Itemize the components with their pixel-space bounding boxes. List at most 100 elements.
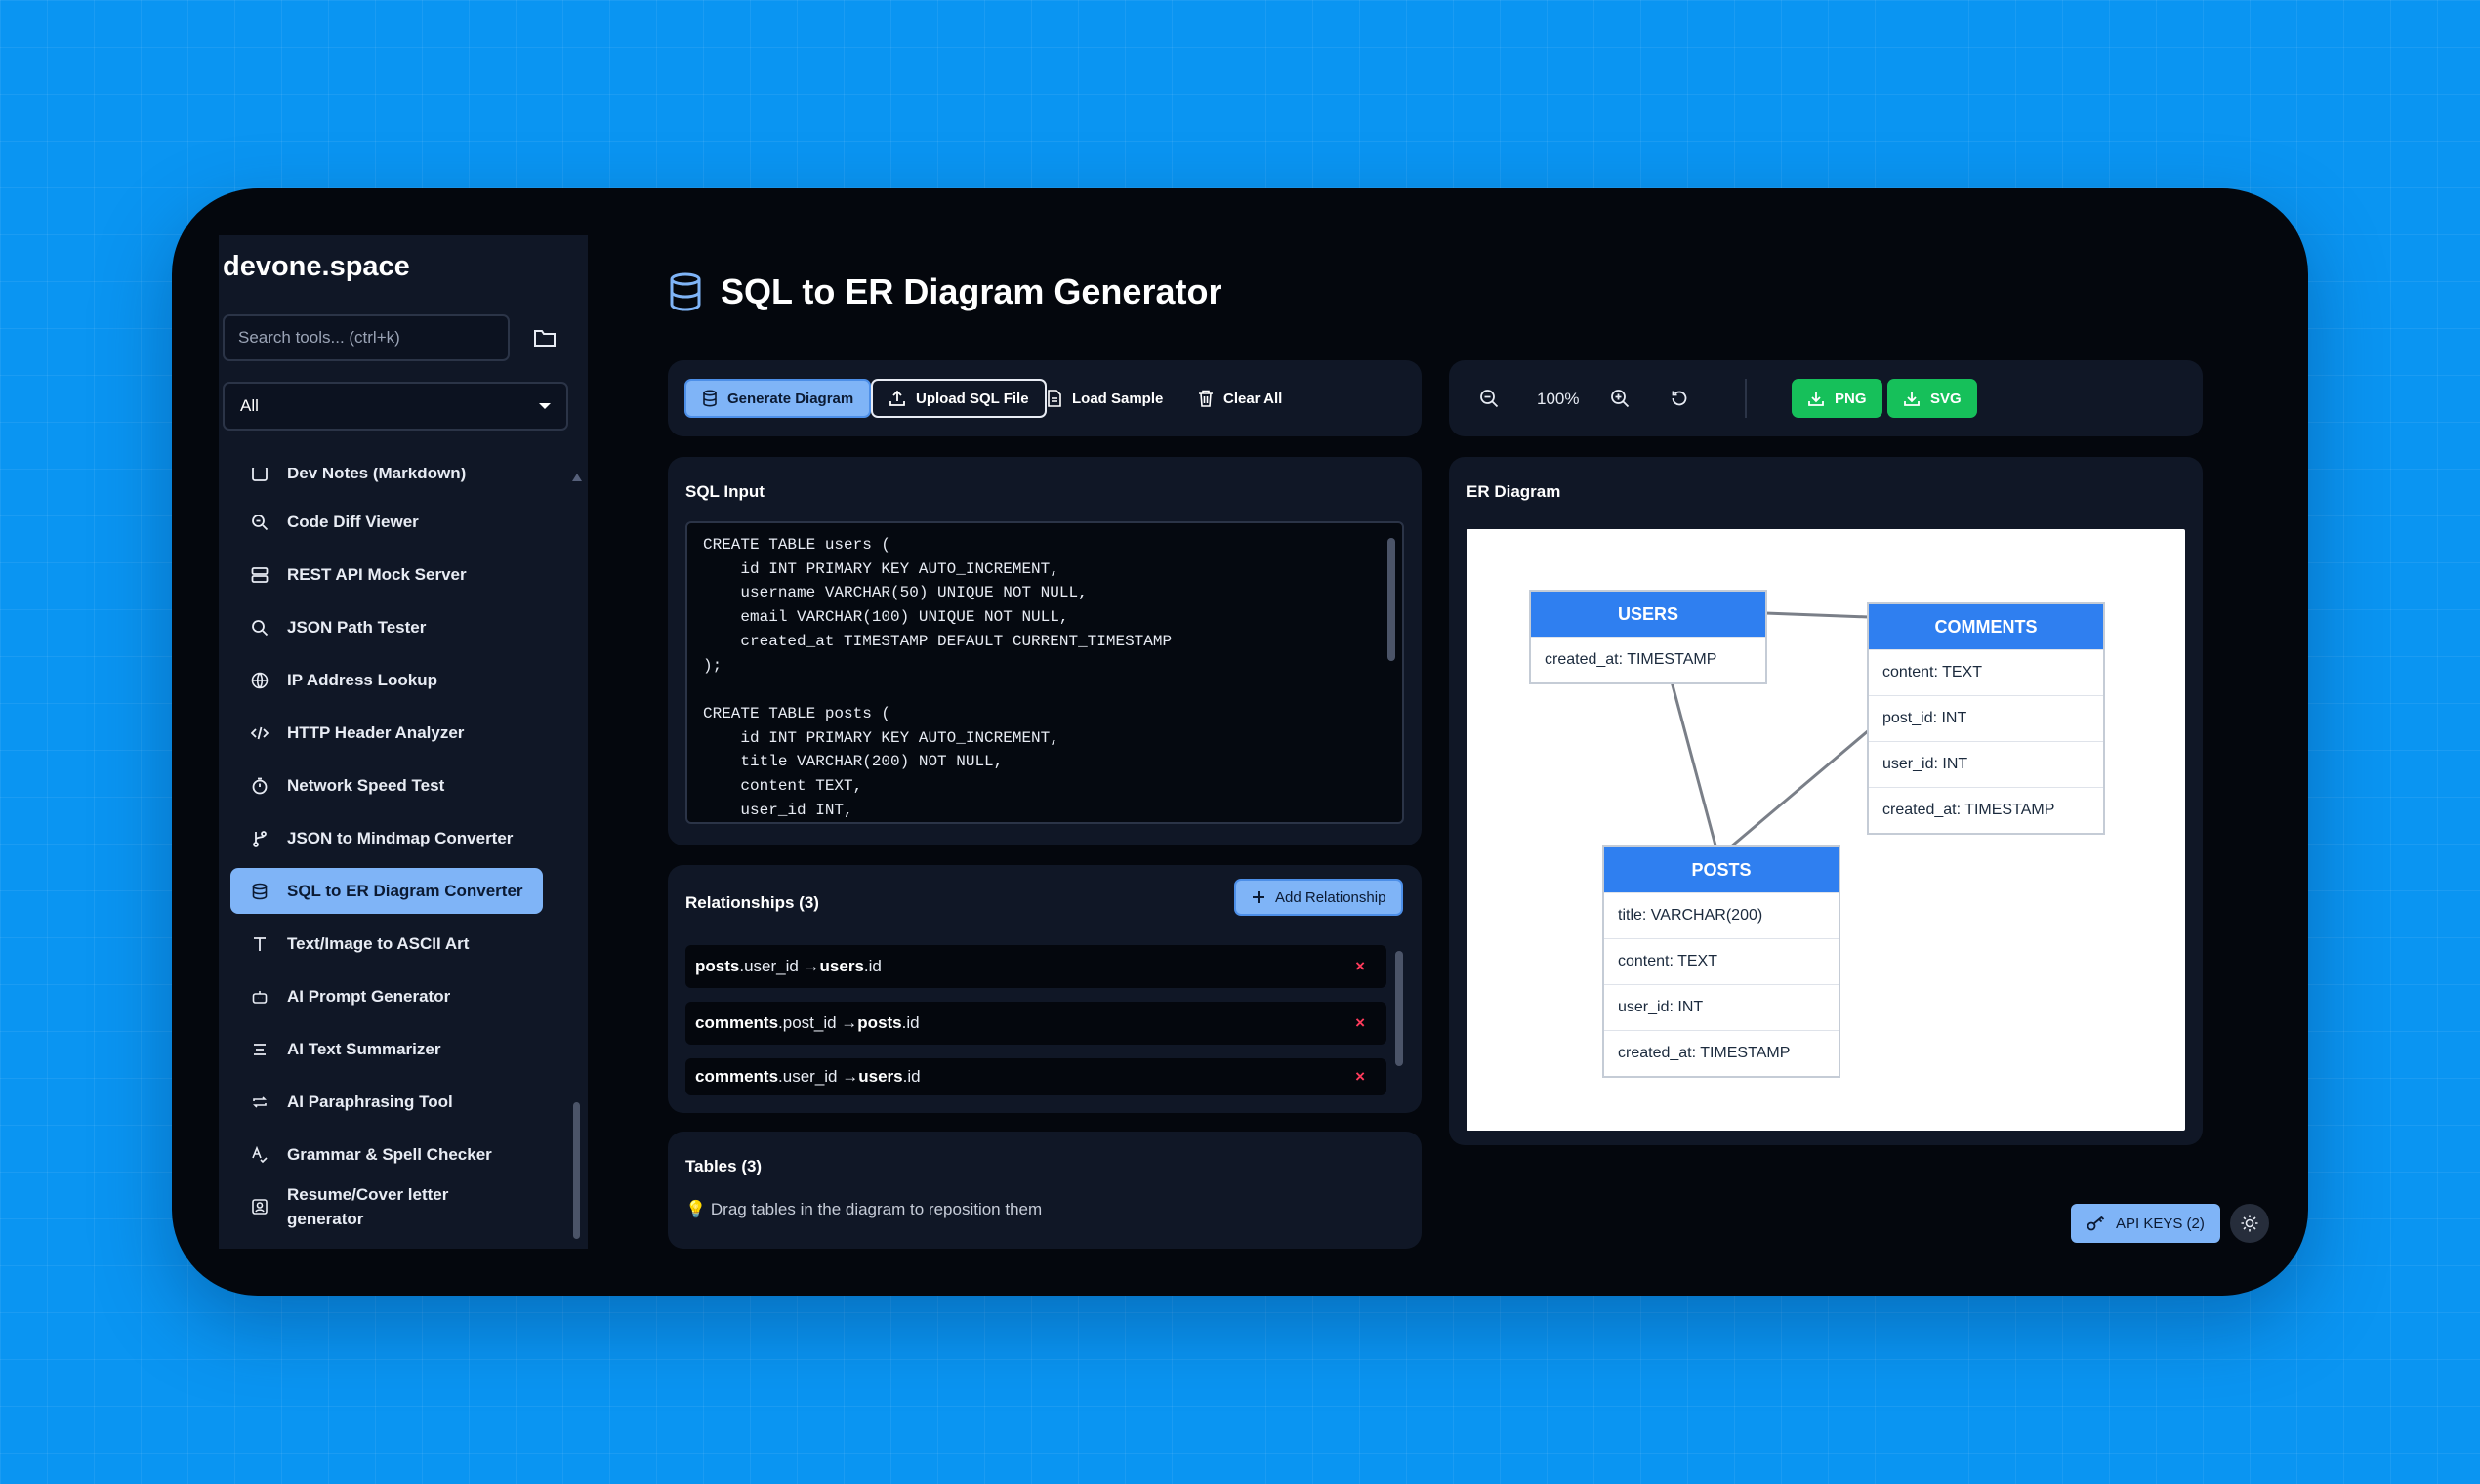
database-icon	[670, 272, 701, 311]
relationships-title: Relationships (3)	[685, 893, 819, 912]
clear-all-label: Clear All	[1223, 390, 1283, 407]
magnifier-icon	[250, 513, 269, 532]
scroll-up-arrow-icon[interactable]	[572, 474, 582, 481]
sun-icon	[2241, 1215, 2258, 1232]
sidebar-item-label: Resume/Cover letter generator	[287, 1185, 449, 1228]
upload-sql-file-button[interactable]: Upload SQL File	[871, 379, 1047, 418]
entity-header: COMMENTS	[1869, 604, 2103, 649]
sidebar-item-label: Network Speed Test	[287, 775, 445, 795]
remove-relationship-button[interactable]: ×	[1355, 1013, 1365, 1033]
relationship-from-column: .user_id →	[778, 1067, 859, 1086]
branch-icon	[250, 829, 269, 848]
globe-icon	[250, 671, 269, 690]
sidebar-item-resume-cover-letter-generator[interactable]: Resume/Cover letter generator	[230, 1178, 543, 1235]
download-icon	[1904, 392, 1920, 406]
entity-users[interactable]: USERS created_at: TIMESTAMP	[1529, 590, 1767, 684]
page-title: SQL to ER Diagram Generator	[721, 271, 1222, 311]
text-icon	[250, 934, 269, 954]
notes-icon	[250, 468, 269, 483]
zoom-in-icon	[1611, 390, 1630, 408]
action-toolbar: Generate Diagram Upload SQL File Load Sa…	[668, 360, 1422, 436]
relationships-scrollbar[interactable]	[1395, 951, 1403, 1066]
relationship-line	[1729, 728, 1870, 849]
sidebar-item-grammar-spell-checker[interactable]: Grammar & Spell Checker	[230, 1132, 543, 1177]
zoom-out-button[interactable]	[1474, 384, 1504, 413]
remove-relationship-button[interactable]: ×	[1355, 957, 1365, 976]
category-select[interactable]: All	[223, 382, 568, 431]
sidebar-item-label: JSON to Mindmap Converter	[287, 828, 514, 847]
relationship-to-table: posts	[857, 1013, 902, 1032]
magnifier-icon	[250, 618, 269, 638]
sidebar-item-ai-prompt-generator[interactable]: AI Prompt Generator	[230, 973, 543, 1019]
er-diagram-canvas[interactable]: USERS created_at: TIMESTAMP COMMENTS con…	[1467, 529, 2185, 1131]
repeat-icon	[250, 1092, 269, 1112]
sidebar-item-dev-notes[interactable]: Dev Notes (Markdown)	[230, 468, 543, 496]
sidebar-item-json-path-tester[interactable]: JSON Path Tester	[230, 604, 543, 650]
relationship-line	[1670, 680, 1717, 846]
folder-button[interactable]	[521, 314, 568, 361]
api-keys-label: API KEYS (2)	[2116, 1215, 2205, 1232]
sql-input-scrollbar[interactable]	[1387, 538, 1395, 661]
relationship-from-column: .post_id →	[778, 1013, 858, 1032]
entity-header: USERS	[1531, 592, 1765, 637]
sidebar-scrollbar-thumb[interactable]	[573, 1102, 580, 1239]
remove-relationship-button[interactable]: ×	[1355, 1067, 1365, 1087]
zoom-out-icon	[1480, 390, 1499, 408]
relationship-from-table: posts	[695, 957, 740, 975]
sidebar-item-network-speed-test[interactable]: Network Speed Test	[230, 763, 543, 808]
sidebar-item-label: HTTP Header Analyzer	[287, 722, 465, 742]
entity-field: post_id: INT	[1869, 695, 2103, 741]
add-relationship-button[interactable]: Add Relationship	[1234, 879, 1404, 916]
relationship-from-table: comments	[695, 1013, 779, 1032]
download-svg-button[interactable]: SVG	[1887, 379, 1977, 418]
download-png-button[interactable]: PNG	[1792, 379, 1882, 418]
sidebar-item-label: IP Address Lookup	[287, 670, 437, 689]
chevron-down-icon	[539, 403, 551, 409]
load-sample-button[interactable]: Load Sample	[1031, 379, 1178, 418]
relationship-to-column: .id	[901, 1013, 920, 1032]
folder-icon	[534, 330, 556, 347]
entity-comments[interactable]: COMMENTS content: TEXT post_id: INT user…	[1867, 602, 2105, 835]
sidebar-item-label: Grammar & Spell Checker	[287, 1144, 492, 1164]
theme-toggle-button[interactable]	[2230, 1204, 2269, 1243]
sidebar-item-sql-to-er-diagram-converter[interactable]: SQL to ER Diagram Converter	[230, 868, 543, 914]
sidebar-item-label: REST API Mock Server	[287, 564, 467, 584]
tables-title: Tables (3)	[685, 1157, 763, 1175]
sidebar-item-label: JSON Path Tester	[287, 617, 427, 637]
list-icon	[250, 1040, 269, 1059]
entity-field: created_at: TIMESTAMP	[1604, 1030, 1839, 1076]
sql-input-title: SQL Input	[685, 482, 765, 501]
tables-hint-text: Drag tables in the diagram to reposition…	[710, 1200, 1043, 1218]
code-icon	[250, 723, 269, 743]
spellcheck-icon	[250, 1145, 269, 1165]
sidebar-item-label: SQL to ER Diagram Converter	[287, 881, 523, 900]
generate-diagram-button[interactable]: Generate Diagram	[684, 379, 872, 418]
sidebar-item-ai-paraphrasing-tool[interactable]: AI Paraphrasing Tool	[230, 1079, 543, 1125]
brand-logo[interactable]: devone.space	[223, 251, 410, 283]
zoom-in-button[interactable]	[1605, 384, 1634, 413]
entity-field: title: VARCHAR(200)	[1604, 892, 1839, 938]
entity-header: POSTS	[1604, 847, 1839, 892]
sidebar-item-ai-text-summarizer[interactable]: AI Text Summarizer	[230, 1026, 543, 1072]
sidebar-item-ip-address-lookup[interactable]: IP Address Lookup	[230, 657, 543, 703]
sidebar-item-rest-api-mock-server[interactable]: REST API Mock Server	[230, 552, 543, 598]
relationships-panel: Relationships (3) Add Relationship posts…	[668, 865, 1422, 1113]
api-keys-button[interactable]: API KEYS (2)	[2071, 1204, 2220, 1243]
search-input[interactable]	[223, 314, 510, 361]
sidebar-item-json-to-mindmap-converter[interactable]: JSON to Mindmap Converter	[230, 815, 543, 861]
sidebar-item-label: Dev Notes (Markdown)	[287, 468, 467, 482]
download-icon	[1808, 392, 1824, 406]
sidebar-item-http-header-analyzer[interactable]: HTTP Header Analyzer	[230, 710, 543, 756]
sidebar-item-text-image-to-ascii-art[interactable]: Text/Image to ASCII Art	[230, 921, 543, 967]
reset-view-button[interactable]	[1665, 384, 1694, 413]
er-diagram-panel: ER Diagram USERS created_at: TIMESTAMP C…	[1449, 457, 2203, 1145]
generate-diagram-label: Generate Diagram	[727, 390, 854, 407]
toolbar-divider	[1745, 379, 1747, 418]
entity-posts[interactable]: POSTS title: VARCHAR(200) content: TEXT …	[1602, 845, 1840, 1078]
clear-all-button[interactable]: Clear All	[1182, 379, 1298, 418]
database-icon	[703, 390, 717, 407]
sidebar-item-code-diff-viewer[interactable]: Code Diff Viewer	[230, 499, 543, 545]
sql-input-textarea[interactable]: CREATE TABLE users ( id INT PRIMARY KEY …	[685, 521, 1404, 824]
sql-code: CREATE TABLE users ( id INT PRIMARY KEY …	[703, 536, 1173, 819]
category-select-value: All	[240, 396, 259, 415]
